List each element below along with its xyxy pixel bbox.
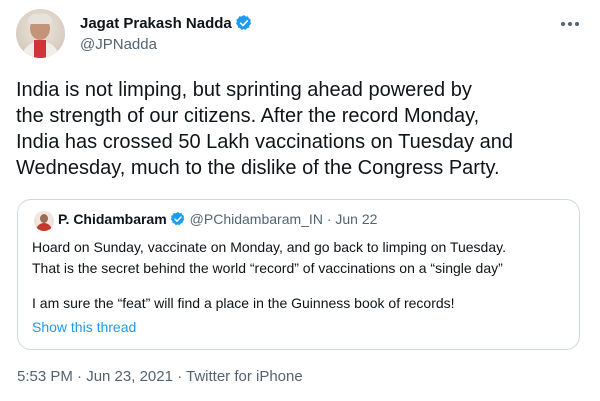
quoted-tweet[interactable]: P. Chidambaram @PChidambaram_IN · Jun 22… xyxy=(17,199,580,350)
author-avatar[interactable] xyxy=(16,9,65,58)
tweet-card: Jagat Prakash Nadda @JPNadda India is no… xyxy=(0,0,600,401)
quoted-author-name: P. Chidambaram xyxy=(58,211,167,227)
author-display-name[interactable]: Jagat Prakash Nadda xyxy=(80,15,232,32)
quoted-author-avatar xyxy=(34,211,54,231)
show-thread-link[interactable]: Show this thread xyxy=(32,319,136,335)
tweet-timestamp-source[interactable]: 5:53 PM · Jun 23, 2021 · Twitter for iPh… xyxy=(17,368,303,385)
author-name-row: Jagat Prakash Nadda xyxy=(80,14,253,32)
tweet-text: India is not limping, but sprinting ahea… xyxy=(16,77,592,181)
verified-badge-icon xyxy=(235,15,251,30)
quoted-text-line: That is the secret behind the world “rec… xyxy=(32,260,503,276)
quoted-handle-date: @PChidambaram_IN · Jun 22 xyxy=(189,211,378,227)
quoted-tweet-text: Hoard on Sunday, vaccinate on Monday, an… xyxy=(32,237,572,314)
tweet-text-line: the strength of our citizens. After the … xyxy=(16,105,480,127)
tweet-text-line: India is not limping, but sprinting ahea… xyxy=(16,79,472,101)
verified-badge-icon xyxy=(170,212,185,226)
tweet-text-line: India has crossed 50 Lakh vaccinations o… xyxy=(16,131,513,153)
tweet-text-line: Wednesday, much to the dislike of the Co… xyxy=(16,157,500,179)
quoted-text-line: I am sure the “feat” will find a place i… xyxy=(32,295,455,311)
more-options-icon[interactable] xyxy=(556,14,584,34)
quoted-author-row: P. Chidambaram @PChidambaram_IN · Jun 22 xyxy=(58,211,377,227)
quoted-text-line: Hoard on Sunday, vaccinate on Monday, an… xyxy=(32,239,506,255)
author-handle[interactable]: @JPNadda xyxy=(80,36,157,53)
